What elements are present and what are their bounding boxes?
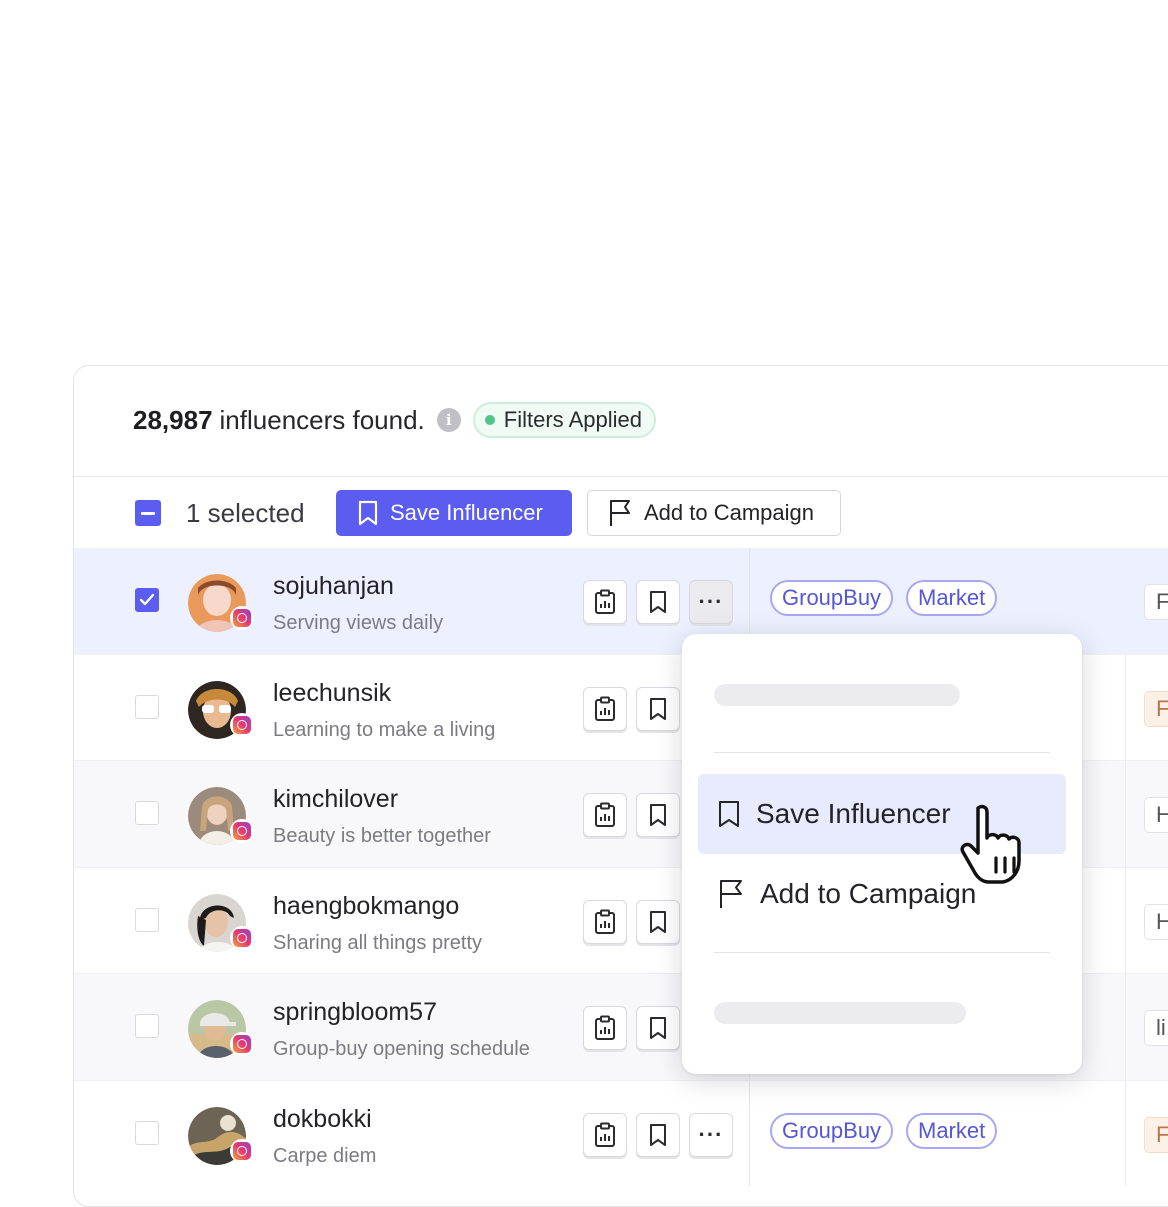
skeleton-placeholder	[714, 684, 960, 706]
clipboard-chart-icon	[595, 802, 615, 827]
instagram-icon	[230, 819, 254, 843]
influencer-bio: Group-buy opening schedule	[273, 1038, 530, 1060]
results-label: influencers found.	[219, 404, 425, 435]
influencer-bio: Carpe diem	[273, 1144, 377, 1167]
report-button[interactable]	[583, 686, 627, 731]
instagram-icon	[230, 1138, 254, 1163]
tag-chip[interactable]: GroupBuy	[770, 580, 894, 616]
bookmark-button[interactable]	[636, 686, 680, 731]
bookmark-button[interactable]	[636, 580, 680, 624]
menu-divider	[714, 952, 1050, 953]
category-chip: H	[1144, 797, 1168, 833]
column-divider	[1125, 654, 1126, 760]
clipboard-chart-icon	[595, 909, 615, 934]
add-to-campaign-label: Add to Campaign	[644, 500, 814, 525]
filters-chip-label: Filters Applied	[503, 407, 642, 432]
clipboard-chart-icon	[595, 589, 615, 614]
influencer-name[interactable]: kimchilover	[273, 785, 398, 814]
skeleton-placeholder	[714, 1002, 966, 1024]
filters-applied-chip[interactable]: Filters Applied	[472, 402, 656, 438]
influencer-name[interactable]: haengbokmango	[273, 892, 459, 921]
bookmark-button[interactable]	[636, 899, 680, 944]
check-icon	[139, 593, 155, 606]
bookmark-button[interactable]	[636, 1006, 680, 1050]
more-icon: ···	[698, 1121, 724, 1147]
results-count: 28,987	[133, 404, 213, 435]
bookmark-icon	[650, 910, 666, 933]
select-all-checkbox[interactable]	[135, 500, 161, 526]
report-button[interactable]	[583, 1006, 627, 1050]
flag-icon	[610, 500, 630, 526]
report-button[interactable]	[583, 1112, 627, 1157]
column-divider	[1125, 1080, 1126, 1186]
instagram-icon	[230, 712, 254, 737]
report-button[interactable]	[583, 899, 627, 944]
tag-chip[interactable]: Market	[906, 1112, 998, 1149]
divider	[74, 476, 1168, 477]
category-chip: F	[1144, 584, 1168, 620]
selected-count: 1 selected	[186, 498, 305, 528]
bookmark-button[interactable]	[636, 1112, 680, 1157]
flag-icon	[720, 880, 742, 908]
clipboard-chart-icon	[595, 1015, 615, 1040]
bookmark-icon	[650, 1123, 666, 1146]
bookmark-icon	[358, 500, 378, 526]
category-chip: li	[1144, 1010, 1168, 1046]
menu-save-label: Save Influencer	[756, 798, 951, 829]
bulk-toolbar: 1 selected Save Influencer Add to Campai…	[74, 478, 1168, 548]
table-row[interactable]: dokbokki Carpe diem ··· GroupBuy Market …	[74, 1079, 1168, 1186]
bookmark-icon	[719, 801, 739, 827]
category-chip: F	[1144, 690, 1168, 727]
bookmark-icon	[650, 697, 666, 720]
row-checkbox[interactable]	[135, 801, 159, 825]
influencer-name[interactable]: springbloom57	[273, 998, 437, 1027]
report-button[interactable]	[583, 793, 627, 837]
tag-chip[interactable]: Market	[906, 580, 998, 616]
report-button[interactable]	[583, 580, 627, 624]
row-checkbox[interactable]	[135, 694, 159, 719]
results-summary: 28,987 influencers found. i Filters Appl…	[133, 402, 656, 438]
bookmark-icon	[650, 804, 666, 826]
row-checkbox[interactable]	[135, 907, 159, 932]
row-checkbox[interactable]	[135, 588, 159, 612]
column-divider	[1125, 974, 1126, 1080]
category-chip: F	[1144, 1116, 1168, 1153]
influencer-bio: Serving views daily	[273, 612, 444, 634]
category-chip: H	[1144, 903, 1168, 940]
menu-campaign-label: Add to Campaign	[760, 878, 977, 909]
instagram-icon	[230, 1032, 254, 1056]
column-divider	[1125, 761, 1126, 867]
instagram-icon	[230, 606, 254, 630]
row-checkbox[interactable]	[135, 1120, 159, 1145]
save-influencer-button[interactable]: Save Influencer	[336, 490, 572, 536]
tag-chip[interactable]: GroupBuy	[770, 1112, 894, 1149]
more-button[interactable]: ···	[689, 580, 733, 624]
row-checkbox[interactable]	[135, 1014, 159, 1038]
save-influencer-label: Save Influencer	[390, 500, 543, 525]
influencer-bio: Learning to make a living	[273, 718, 496, 741]
bookmark-icon	[650, 591, 666, 613]
hand-cursor-icon	[960, 804, 1021, 884]
influencer-name[interactable]: sojuhanjan	[273, 572, 394, 601]
bookmark-button[interactable]	[636, 793, 680, 837]
bookmark-icon	[650, 1017, 666, 1039]
influencer-bio: Beauty is better together	[273, 825, 491, 847]
add-to-campaign-button[interactable]: Add to Campaign	[587, 490, 841, 536]
menu-divider	[714, 752, 1050, 753]
column-divider	[1125, 867, 1126, 973]
clipboard-chart-icon	[595, 1122, 615, 1147]
influencer-bio: Sharing all things pretty	[273, 931, 483, 954]
info-icon[interactable]: i	[436, 408, 461, 432]
influencer-name[interactable]: dokbokki	[273, 1105, 372, 1134]
clipboard-chart-icon	[595, 696, 615, 721]
more-icon: ···	[698, 589, 724, 614]
status-dot	[484, 415, 495, 425]
more-button[interactable]: ···	[689, 1112, 733, 1157]
instagram-icon	[230, 925, 254, 950]
column-divider	[749, 1080, 750, 1186]
influencer-name[interactable]: leechunsik	[273, 679, 391, 708]
